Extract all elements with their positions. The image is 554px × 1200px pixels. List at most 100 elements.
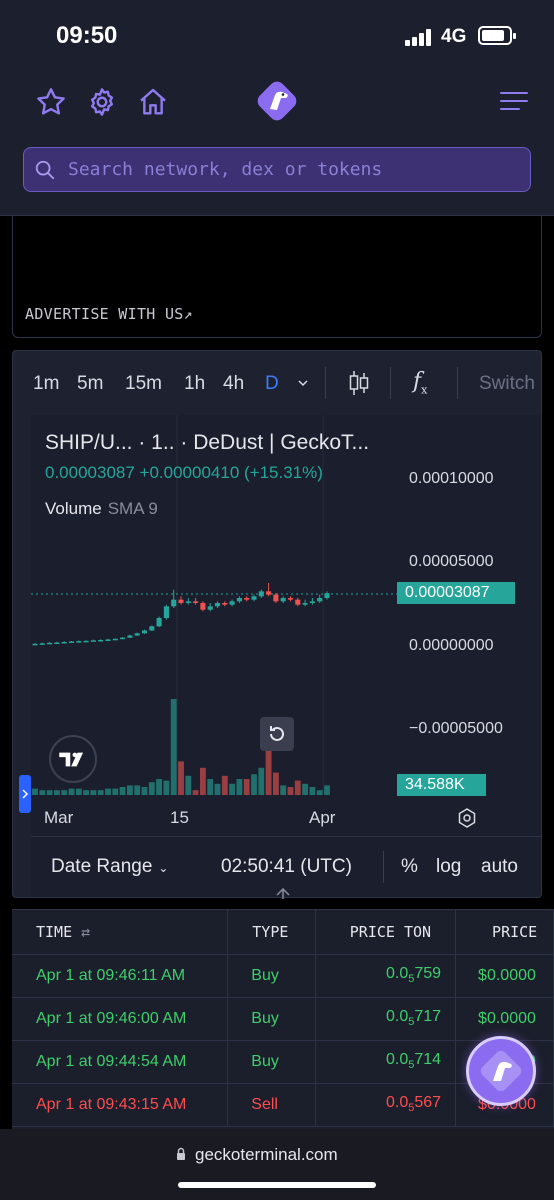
price-chart[interactable]: SHIP/U... · 1.. · DeDust | GeckoT... 0.0… xyxy=(31,415,541,897)
candlestick-type-icon[interactable] xyxy=(348,369,370,397)
gecko-logo-icon xyxy=(480,1050,522,1092)
reset-chart-button[interactable] xyxy=(260,717,294,751)
volume-bar xyxy=(68,788,75,795)
candle-body xyxy=(171,599,177,607)
trade-type: Buy xyxy=(227,954,317,998)
volume-bar xyxy=(302,783,309,795)
candle-body xyxy=(229,601,235,605)
price-ton-main: 0.0 xyxy=(385,965,409,983)
candle-body xyxy=(309,601,315,603)
volume-bar xyxy=(221,775,228,795)
candle-body xyxy=(32,643,38,646)
volume-bar xyxy=(214,783,221,795)
volume-bar xyxy=(287,787,294,795)
url-text[interactable]: geckoterminal.com xyxy=(195,1145,338,1165)
table-row[interactable]: Apr 1 at 09:46:11 AM Buy 0.05759 $0.0000 xyxy=(12,954,554,998)
trade-price-ton: 0.05567 xyxy=(315,1083,457,1127)
volume-bar xyxy=(126,785,133,795)
date-range-button[interactable]: Date Range ⌄ xyxy=(51,856,168,878)
search-bar[interactable] xyxy=(23,147,531,192)
volume-legend[interactable]: Volume SMA 9 xyxy=(45,499,158,519)
timeframe-4h[interactable]: 4h xyxy=(223,373,244,395)
candle-body xyxy=(141,630,148,634)
indicators-button[interactable]: fx xyxy=(413,369,427,396)
candle-body xyxy=(193,601,199,603)
candle-body xyxy=(214,603,221,607)
column-header-time[interactable]: TIME ⇄ xyxy=(12,910,229,955)
candle-body xyxy=(39,643,45,645)
candle-body xyxy=(244,598,250,600)
chevron-right-icon xyxy=(22,789,29,799)
browser-url-bar[interactable]: geckoterminal.com xyxy=(0,1129,554,1200)
candle-body xyxy=(258,591,264,597)
timeframe-d[interactable]: D xyxy=(265,373,279,395)
last-price-tag: 0.00003087 xyxy=(397,582,515,604)
trade-time: Apr 1 at 09:43:15 AM xyxy=(12,1083,229,1127)
status-time: 09:50 xyxy=(56,22,118,49)
volume-bar xyxy=(61,790,68,795)
trade-time: Apr 1 at 09:44:54 AM xyxy=(12,1040,229,1084)
chart-legend-title[interactable]: SHIP/U... · 1.. · DeDust | GeckoT... xyxy=(45,431,369,455)
star-icon[interactable] xyxy=(35,86,67,118)
candle-body xyxy=(112,638,118,641)
status-bar: 09:50 4G xyxy=(0,0,554,70)
home-icon[interactable] xyxy=(137,86,169,118)
time-header-label: TIME xyxy=(36,922,73,941)
chart-side-toggle[interactable] xyxy=(19,775,31,813)
rotate-icon xyxy=(270,726,284,741)
network-type: 4G xyxy=(441,26,467,47)
advertise-link[interactable]: ADVERTISE WITH US↗ xyxy=(25,305,193,323)
column-header-price: PRICE xyxy=(455,910,554,955)
chevron-down-icon[interactable] xyxy=(297,377,309,389)
site-header xyxy=(0,70,554,216)
utc-time[interactable]: 02:50:41 (UTC) xyxy=(221,856,352,878)
candle-body xyxy=(90,640,96,642)
volume-bar xyxy=(83,790,90,795)
candle-body xyxy=(120,637,126,640)
search-input[interactable] xyxy=(68,148,518,191)
switch-button[interactable]: Switch xyxy=(479,373,535,395)
trade-time: Apr 1 at 09:46:00 AM xyxy=(12,997,229,1041)
trade-price-ton: 0.05759 xyxy=(315,954,457,998)
chart-settings-icon[interactable] xyxy=(456,807,478,829)
price-ton-main: 0.0 xyxy=(385,1094,409,1112)
x-axis-label: Mar xyxy=(44,808,74,827)
home-indicator[interactable] xyxy=(178,1182,376,1188)
log-scale-button[interactable]: log xyxy=(436,856,461,878)
volume-bar xyxy=(97,790,104,795)
candle-body xyxy=(156,618,162,627)
timeframe-5m[interactable]: 5m xyxy=(77,373,103,395)
table-row[interactable]: Apr 1 at 09:46:00 AM Buy 0.05717 $0.0000 xyxy=(12,997,554,1041)
candle-body xyxy=(76,641,82,643)
chart-panel: 1m 5m 15m 1h 4h D fx Switch SHIP/U... · … xyxy=(12,350,542,898)
timeframe-1h[interactable]: 1h xyxy=(184,373,205,395)
tradingview-logo[interactable] xyxy=(49,735,97,783)
price-ton-main: 0.0 xyxy=(385,1051,409,1069)
percent-scale-button[interactable]: % xyxy=(401,856,418,878)
volume-bar xyxy=(243,779,250,795)
chart-toolbar: 1m 5m 15m 1h 4h D fx Switch xyxy=(13,351,541,415)
x-axis-label: 15 xyxy=(170,808,189,827)
candle-body xyxy=(134,633,140,636)
volume-bar xyxy=(32,788,38,795)
geckoterminal-fab-button[interactable] xyxy=(466,1036,536,1106)
auto-scale-button[interactable]: auto xyxy=(481,856,518,878)
gear-icon[interactable] xyxy=(86,86,118,118)
volume-bar xyxy=(75,788,82,795)
timeframe-1m[interactable]: 1m xyxy=(33,373,59,395)
x-axis-label: Apr xyxy=(309,808,336,827)
menu-icon[interactable] xyxy=(500,92,528,112)
volume-bar xyxy=(192,790,199,795)
swap-icon[interactable]: ⇄ xyxy=(81,923,90,941)
volume-label: Volume xyxy=(45,499,102,518)
timeframe-15m[interactable]: 15m xyxy=(125,373,162,395)
candle-body xyxy=(207,606,213,610)
volume-bar xyxy=(141,787,148,795)
geckoterminal-logo[interactable] xyxy=(253,77,301,125)
candle-body xyxy=(61,642,67,644)
price-ton-tail: 714 xyxy=(414,1051,442,1069)
trade-type: Buy xyxy=(227,1040,317,1084)
candle-body xyxy=(185,601,191,603)
last-volume-tag: 34.588K xyxy=(397,774,486,796)
candle-body xyxy=(98,640,104,642)
